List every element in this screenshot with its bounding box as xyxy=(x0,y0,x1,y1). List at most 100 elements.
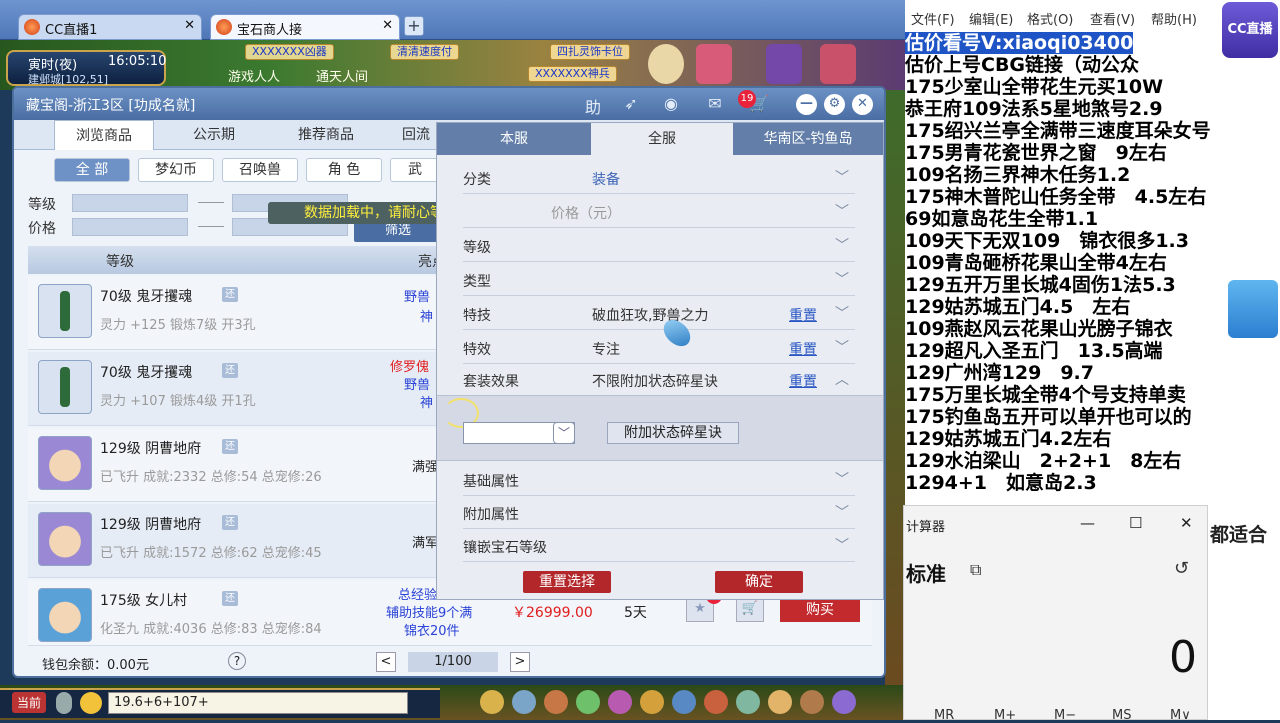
character-avatar xyxy=(38,588,92,642)
gear-icon[interactable]: ⚙ xyxy=(824,94,845,115)
filter-row-extra-attr[interactable]: 附加属性 ﹀ xyxy=(463,496,855,529)
tab-all-servers[interactable]: 全服 xyxy=(591,123,733,155)
category-all[interactable]: 全 部 xyxy=(54,158,130,182)
chevron-down-icon[interactable]: ﹀ xyxy=(835,469,849,489)
item-icon[interactable] xyxy=(512,690,536,714)
reset-link[interactable]: 重置 xyxy=(789,339,817,359)
close-icon[interactable]: ✕ xyxy=(852,94,873,115)
current-channel-button[interactable]: 当前 xyxy=(12,692,47,713)
settings-icon[interactable]: ◉ xyxy=(660,94,682,114)
chevron-down-icon[interactable]: ﹀ xyxy=(835,535,849,555)
set-effect-select[interactable]: ﹀ xyxy=(463,422,575,444)
history-icon[interactable]: ↺ xyxy=(1174,558,1189,579)
gang-icon[interactable] xyxy=(704,690,728,714)
emoji-icon[interactable] xyxy=(80,692,102,714)
buy-button[interactable]: 购买 xyxy=(780,598,860,622)
filter-row-type[interactable]: 类型 ﹀ xyxy=(463,263,855,296)
memory-recall-button[interactable]: MR xyxy=(934,708,954,723)
action-icon[interactable] xyxy=(800,690,824,714)
prev-page-button[interactable]: < xyxy=(376,652,396,672)
filter-row-effect[interactable]: 特效 专注 重置 ﹀ xyxy=(463,331,855,364)
browser-tab-store[interactable]: 宝石商人接 ✕ xyxy=(210,14,400,40)
quick-icon[interactable] xyxy=(736,690,760,714)
maximize-icon[interactable]: ☐ xyxy=(1129,514,1142,532)
tab-public[interactable]: 公示期 xyxy=(164,120,264,150)
filter-row-price[interactable]: 价格（元） ﹀ xyxy=(463,195,855,228)
price-min-input[interactable] xyxy=(72,218,188,236)
chevron-down-icon[interactable]: ﹀ xyxy=(835,337,849,357)
filter-row-skill[interactable]: 特技 破血狂攻,野兽之力 重置 ﹀ xyxy=(463,297,855,330)
minimize-icon[interactable]: — xyxy=(1080,514,1095,532)
level-filter-label: 等级 xyxy=(28,197,56,213)
filter-row-category[interactable]: 分类 装备 ﹀ xyxy=(463,161,855,194)
category-roles[interactable]: 角 色 xyxy=(306,158,382,182)
close-icon[interactable]: ✕ xyxy=(1180,514,1193,532)
row-label: 镶嵌宝石等级 xyxy=(463,540,547,556)
help-icon[interactable]: 助 xyxy=(582,94,604,117)
chevron-down-icon[interactable]: ﹀ xyxy=(835,303,849,323)
task-icon[interactable] xyxy=(672,690,696,714)
reset-selection-button[interactable]: 重置选择 xyxy=(523,571,611,593)
dropdown-arrow-icon[interactable]: ﹀ xyxy=(553,422,575,444)
confirm-button[interactable]: 确定 xyxy=(715,571,803,593)
menu-format[interactable]: 格式(O) xyxy=(1027,9,1073,28)
tab-recommended[interactable]: 推荐商品 xyxy=(276,120,376,150)
floating-widget-icon[interactable] xyxy=(1228,280,1278,338)
minimize-icon[interactable]: — xyxy=(796,94,817,115)
menu-edit[interactable]: 编辑(E) xyxy=(969,9,1013,28)
microphone-icon[interactable] xyxy=(56,692,72,714)
filter-row-set-effect[interactable]: 套装效果 不限附加状态碎星诀 重置 ︿ xyxy=(463,363,855,396)
set-effect-tag[interactable]: 附加状态碎星诀 xyxy=(607,422,739,444)
system-icon[interactable] xyxy=(832,690,856,714)
chevron-down-icon[interactable]: ﹀ xyxy=(835,235,849,255)
close-tab-icon[interactable]: ✕ xyxy=(382,18,393,33)
new-tab-button[interactable]: + xyxy=(404,16,424,36)
tab-region[interactable]: 华南区-钓鱼岛 xyxy=(733,123,883,155)
menu-view[interactable]: 查看(V) xyxy=(1090,9,1135,28)
reset-link[interactable]: 重置 xyxy=(789,305,817,325)
team-icon[interactable] xyxy=(608,690,632,714)
filter-row-gem-level[interactable]: 镶嵌宝石等级 ﹀ xyxy=(463,529,855,562)
keep-on-top-icon[interactable]: ⧉ xyxy=(970,560,981,580)
friends-icon[interactable] xyxy=(768,690,792,714)
chevron-down-icon[interactable]: ﹀ xyxy=(835,167,849,187)
chevron-up-icon[interactable]: ︿ xyxy=(835,369,849,389)
next-page-button[interactable]: > xyxy=(510,652,530,672)
category-coins[interactable]: 梦幻币 xyxy=(138,158,214,182)
text-line-fragment: 都适合 xyxy=(1210,524,1268,546)
text-line: 109名扬三界神木任务1.2 xyxy=(905,164,1131,186)
chevron-down-icon[interactable]: ﹀ xyxy=(835,201,849,221)
chat-input[interactable]: 19.6+6+107+ xyxy=(108,692,408,714)
give-icon[interactable] xyxy=(544,690,568,714)
share-icon[interactable]: ➶ xyxy=(620,94,642,114)
menu-help[interactable]: 帮助(H) xyxy=(1151,9,1197,28)
calculator-mode[interactable]: 标准 xyxy=(906,558,946,587)
chevron-down-icon[interactable]: ﹀ xyxy=(835,269,849,289)
help-circle-icon[interactable]: ? xyxy=(228,652,246,670)
pet-icon[interactable] xyxy=(640,690,664,714)
text-line: 129姑苏城五门4.2左右 xyxy=(905,428,1112,450)
close-tab-icon[interactable]: ✕ xyxy=(184,18,195,33)
filter-row-base-attr[interactable]: 基础属性 ﹀ xyxy=(463,463,855,496)
filter-row-level[interactable]: 等级 ﹀ xyxy=(463,229,855,262)
row-label: 分类 xyxy=(463,172,491,188)
row-label: 价格（元） xyxy=(551,206,621,222)
category-weapons[interactable]: 武 xyxy=(390,158,440,182)
tab-this-server[interactable]: 本服 xyxy=(437,123,591,155)
memory-list-button[interactable]: M∨ xyxy=(1170,708,1191,723)
trade-icon[interactable] xyxy=(576,690,600,714)
level-min-input[interactable] xyxy=(72,194,188,212)
browser-tab-cc[interactable]: CC直播1 ✕ xyxy=(18,14,202,40)
memory-add-button[interactable]: M+ xyxy=(994,708,1016,723)
memory-store-button[interactable]: MS xyxy=(1112,708,1131,723)
notepad-text[interactable]: 估价看号V:xiaoqi03400 估价上号CBG链接（动公众 175少室山全带… xyxy=(905,32,1280,522)
tab-browse[interactable]: 浏览商品 xyxy=(54,120,154,150)
memory-subtract-button[interactable]: M− xyxy=(1054,708,1076,723)
attack-icon[interactable] xyxy=(480,690,504,714)
menu-file[interactable]: 文件(F) xyxy=(911,9,955,28)
message-icon[interactable]: ✉ xyxy=(704,94,726,114)
text-line: 175绍兴兰亭全满带三速度耳朵女号 xyxy=(905,120,1211,142)
reset-link[interactable]: 重置 xyxy=(789,371,817,391)
category-pets[interactable]: 召唤兽 xyxy=(222,158,298,182)
chevron-down-icon[interactable]: ﹀ xyxy=(835,502,849,522)
